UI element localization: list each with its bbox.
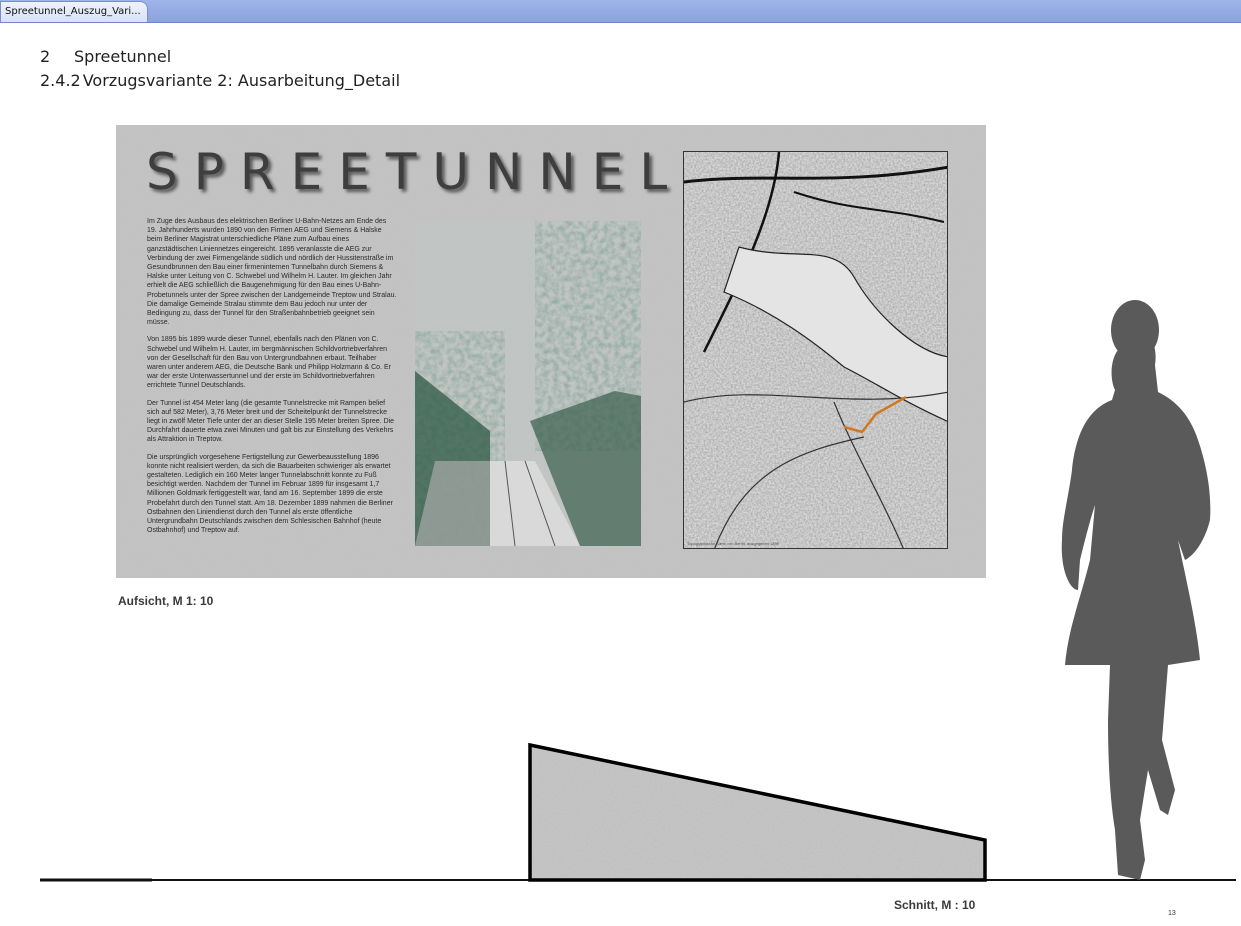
poster-text-block: Im Zuge des Ausbaus des elektrischen Ber… (147, 217, 397, 544)
tab-bar: Spreetunnel_Auszug_Vari... (0, 0, 1241, 23)
historic-map: Topographische Karte von Berlin, ausgege… (683, 151, 948, 549)
chapter-heading: 2 Spreetunnel (40, 47, 171, 66)
chapter-title: Spreetunnel (74, 47, 172, 66)
page-number: 13 (1168, 910, 1176, 917)
poster-title: SPREETUNNEL (146, 143, 684, 201)
section-heading: 2.4.2 Vorzugsvariante 2: Ausarbeitung_Det… (40, 71, 400, 90)
section-title: Vorzugsvariante 2: Ausarbeitung_Detail (82, 71, 401, 90)
poster-paragraph: Von 1895 bis 1899 wurde dieser Tunnel, e… (147, 336, 391, 390)
tunnel-entrance-photo (415, 221, 641, 546)
poster-paragraph: Der Tunnel ist 454 Meter lang (die gesam… (147, 399, 395, 444)
chapter-number: 2 (40, 47, 51, 66)
poster-paragraph: Im Zuge des Ausbaus des elektrischen Ber… (147, 218, 397, 327)
section-label: Schnitt, M : 10 (894, 898, 976, 912)
document-tab[interactable]: Spreetunnel_Auszug_Vari... (0, 1, 148, 22)
poster-paragraph: Die ursprünglich vorgesehene Fertigstell… (147, 453, 393, 535)
plan-view-label: Aufsicht, M 1: 10 (118, 594, 214, 608)
map-drawing (684, 152, 947, 548)
map-caption: Topographische Karte von Berlin, ausgege… (687, 541, 780, 546)
poster-plan-view: SPREETUNNEL Im Zuge des Ausbaus des elek… (116, 125, 986, 578)
human-scale-silhouette (1061, 300, 1211, 880)
section-number: 2.4.2 (40, 71, 81, 90)
poster-section-wedge (530, 745, 985, 880)
